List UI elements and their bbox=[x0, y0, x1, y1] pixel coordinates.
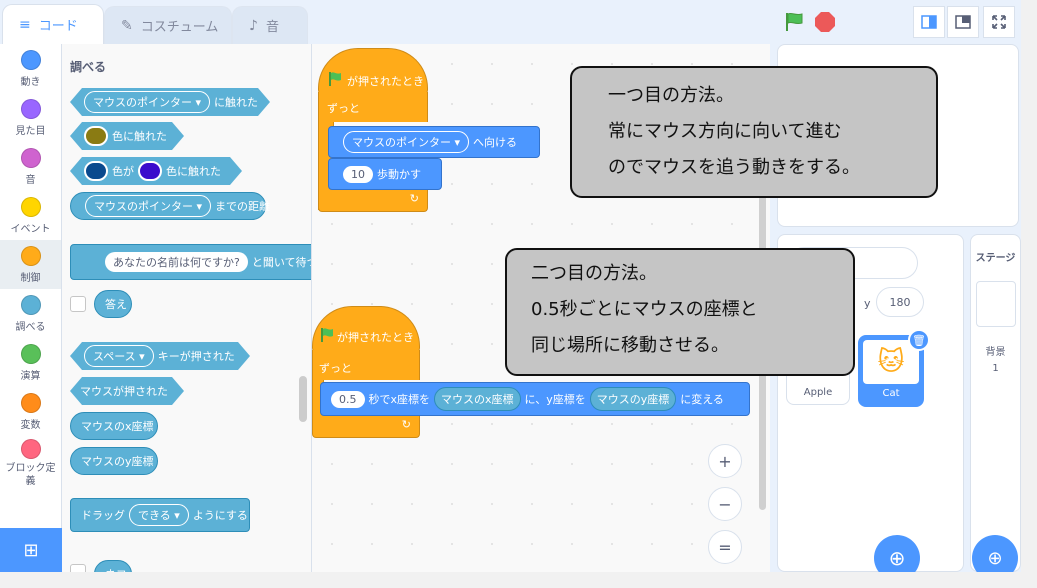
zoom-in-icon: + bbox=[718, 451, 732, 471]
code-icon: ≡ bbox=[19, 16, 31, 33]
small-stage-icon bbox=[921, 15, 937, 29]
green-flag-icon bbox=[321, 328, 333, 342]
loop-arrow-icon: ↻ bbox=[409, 192, 419, 205]
category-variables[interactable]: 変数 bbox=[0, 387, 61, 436]
events-dot-icon bbox=[20, 196, 41, 217]
script2-forever-end: ↻ bbox=[312, 414, 420, 438]
stop-icon[interactable] bbox=[815, 12, 835, 32]
key-dropdown[interactable]: スペース ▾ bbox=[84, 345, 154, 367]
zoom-reset-icon: = bbox=[718, 537, 732, 557]
touching-dropdown[interactable]: マウスのポインター ▾ bbox=[84, 91, 210, 113]
point-towards-dropdown[interactable]: マウスのポインター ▾ bbox=[343, 131, 470, 153]
sprite-tile-cat[interactable]: 🐱 Cat 🗑 bbox=[858, 329, 930, 407]
partial-checkbox[interactable] bbox=[70, 564, 86, 572]
note-first-method: 一つ目の方法。 常にマウス方向に向いて進む のでマウスを追う動きをする。 bbox=[570, 66, 938, 198]
small-stage-button[interactable] bbox=[913, 6, 945, 38]
glide-mouse-x-reporter[interactable]: マウスのx座標 bbox=[434, 387, 521, 411]
script1-hat[interactable]: が押されたとき bbox=[318, 48, 428, 94]
color-swatch-a[interactable] bbox=[84, 161, 108, 181]
color-swatch-b[interactable] bbox=[138, 161, 162, 181]
delete-sprite-button[interactable]: 🗑 bbox=[908, 329, 930, 351]
loop-arrow-icon: ↻ bbox=[401, 418, 411, 431]
green-flag-icon bbox=[329, 72, 341, 86]
block-mouse-x[interactable]: マウスのx座標 bbox=[70, 412, 158, 440]
block-color-touching-color[interactable]: 色が 色に触れた bbox=[70, 157, 242, 185]
block-touching[interactable]: マウスのポインター ▾ に触れた bbox=[70, 88, 270, 116]
brush-icon: ✎ bbox=[121, 17, 133, 34]
top-bar: ≡ コード ✎ コスチューム ♪ 音 bbox=[0, 0, 1021, 44]
block-mouse-y[interactable]: マウスのy座標 bbox=[70, 447, 158, 475]
large-stage-icon bbox=[955, 15, 971, 29]
window-horizontal-scrollbar[interactable] bbox=[0, 572, 1037, 588]
ask-question-input[interactable]: あなたの名前は何ですか? bbox=[105, 252, 248, 272]
category-operators[interactable]: 演算 bbox=[0, 338, 61, 387]
category-control[interactable]: 制御 bbox=[0, 240, 61, 289]
script2-forever[interactable]: ずっと bbox=[312, 350, 420, 380]
glide-mouse-y-reporter[interactable]: マウスのy座標 bbox=[589, 387, 677, 411]
fullscreen-icon bbox=[992, 15, 1006, 29]
block-answer[interactable]: 答え bbox=[94, 290, 132, 318]
sensing-dot-icon bbox=[20, 294, 41, 315]
block-palette: 調べる マウスのポインター ▾ に触れた 色に触れた 色が 色に触れた マウスの… bbox=[62, 44, 312, 572]
script1-forever-end: ↻ bbox=[318, 188, 428, 212]
operators-dot-icon bbox=[20, 343, 41, 364]
block-point-towards[interactable]: マウスのポインター ▾ へ向ける bbox=[328, 126, 540, 158]
trash-icon: 🗑 bbox=[912, 333, 926, 347]
green-flag-icon[interactable] bbox=[783, 11, 805, 33]
tab-sounds[interactable]: ♪ 音 bbox=[232, 6, 308, 44]
category-sensing[interactable]: 調べる bbox=[0, 289, 61, 338]
category-menu: 動き 見た目 音 イベント 制御 調べる 演算 変数 ブロック定義 ⊞ bbox=[0, 44, 62, 572]
category-my-blocks[interactable]: ブロック定義 bbox=[0, 436, 61, 490]
block-move-steps[interactable]: 10 歩動かす bbox=[328, 158, 442, 190]
category-looks[interactable]: 見た目 bbox=[0, 93, 61, 142]
stage-thumbnail[interactable] bbox=[976, 281, 1016, 327]
tab-code[interactable]: ≡ コード bbox=[2, 4, 104, 44]
block-touching-color[interactable]: 色に触れた bbox=[70, 122, 184, 150]
sprite-y-input[interactable]: 180 bbox=[876, 287, 924, 317]
zoom-in-button[interactable]: + bbox=[708, 444, 742, 478]
tab-costumes[interactable]: ✎ コスチューム bbox=[104, 6, 232, 44]
extension-icon: ⊞ bbox=[23, 539, 39, 561]
add-extension-button[interactable]: ⊞ bbox=[0, 528, 62, 572]
palette-title: 調べる bbox=[70, 60, 107, 74]
window-vertical-scrollbar[interactable] bbox=[1021, 0, 1037, 572]
block-ask-and-wait[interactable]: あなたの名前は何ですか? と聞いて待つ bbox=[70, 244, 311, 280]
stage-pane: ステージ 背景 1 ⊕ bbox=[970, 234, 1021, 581]
distance-dropdown[interactable]: マウスのポインター ▾ bbox=[85, 195, 212, 217]
variables-dot-icon bbox=[20, 392, 41, 413]
image-add-icon: ⊕ bbox=[987, 547, 1003, 569]
category-events[interactable]: イベント bbox=[0, 191, 61, 240]
zoom-out-button[interactable]: − bbox=[708, 487, 742, 521]
large-stage-button[interactable] bbox=[947, 6, 979, 38]
motion-dot-icon bbox=[20, 49, 41, 70]
drag-mode-dropdown[interactable]: できる ▾ bbox=[129, 504, 189, 526]
block-key-pressed[interactable]: スペース ▾ キーが押された bbox=[70, 342, 250, 370]
speaker-icon: ♪ bbox=[249, 17, 258, 34]
sound-dot-icon bbox=[20, 147, 41, 168]
script1-forever[interactable]: ずっと bbox=[318, 92, 428, 122]
note-second-method: 二つ目の方法。 0.5秒ごとにマウスの座標と 同じ場所に移動させる。 bbox=[505, 248, 855, 376]
block-set-drag-mode[interactable]: ドラッグ できる ▾ ようにする bbox=[70, 498, 250, 532]
myblocks-dot-icon bbox=[20, 438, 41, 459]
zoom-reset-button[interactable]: = bbox=[708, 530, 742, 564]
category-motion[interactable]: 動き bbox=[0, 44, 61, 93]
control-dot-icon bbox=[20, 245, 41, 266]
move-steps-input[interactable]: 10 bbox=[343, 165, 373, 183]
zoom-out-icon: − bbox=[718, 494, 732, 514]
glide-seconds-input[interactable]: 0.5 bbox=[331, 390, 365, 408]
answer-checkbox[interactable] bbox=[70, 296, 86, 312]
block-partial[interactable]: ネコ bbox=[94, 560, 132, 572]
block-distance[interactable]: マウスのポインター ▾ までの距離 bbox=[70, 192, 270, 220]
color-swatch[interactable] bbox=[84, 126, 108, 146]
looks-dot-icon bbox=[20, 98, 41, 119]
palette-scrollbar[interactable] bbox=[299, 376, 307, 422]
cat-add-icon: ⊕ bbox=[888, 546, 906, 570]
block-glide-to-xy[interactable]: 0.5 秒でx座標を マウスのx座標 に、y座標を マウスのy座標 に変える bbox=[320, 382, 750, 416]
script2-hat[interactable]: が押されたとき bbox=[312, 306, 420, 352]
block-mouse-down[interactable]: マウスが押された bbox=[70, 377, 184, 405]
fullscreen-button[interactable] bbox=[983, 6, 1015, 38]
category-sound[interactable]: 音 bbox=[0, 142, 61, 191]
